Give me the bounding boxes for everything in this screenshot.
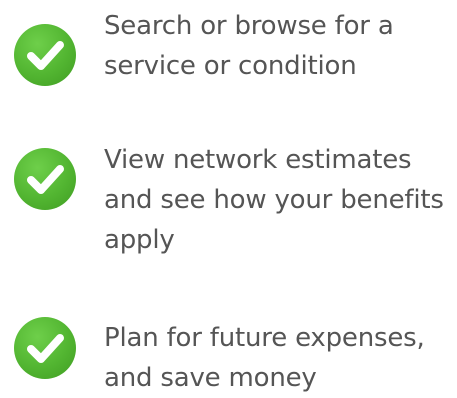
benefit-text-line: and see how your benefits — [104, 185, 444, 215]
benefit-text: Search or browse for a service or condit… — [104, 6, 454, 86]
check-circle-icon — [14, 24, 76, 86]
benefit-text-line: View network estimates — [104, 145, 412, 175]
benefit-text-line: apply — [104, 225, 175, 255]
benefit-text: Plan for future expenses, and save money — [104, 318, 454, 398]
check-circle-icon — [14, 148, 76, 210]
benefit-text-line: Search or browse for a — [104, 11, 394, 41]
benefit-text-line: Plan for future expenses, — [104, 323, 425, 353]
check-circle-icon — [14, 317, 76, 379]
benefit-text-line: service or condition — [104, 51, 357, 81]
benefit-text-line: and save money — [104, 363, 317, 393]
benefit-text: View network estimates and see how your … — [104, 140, 454, 260]
